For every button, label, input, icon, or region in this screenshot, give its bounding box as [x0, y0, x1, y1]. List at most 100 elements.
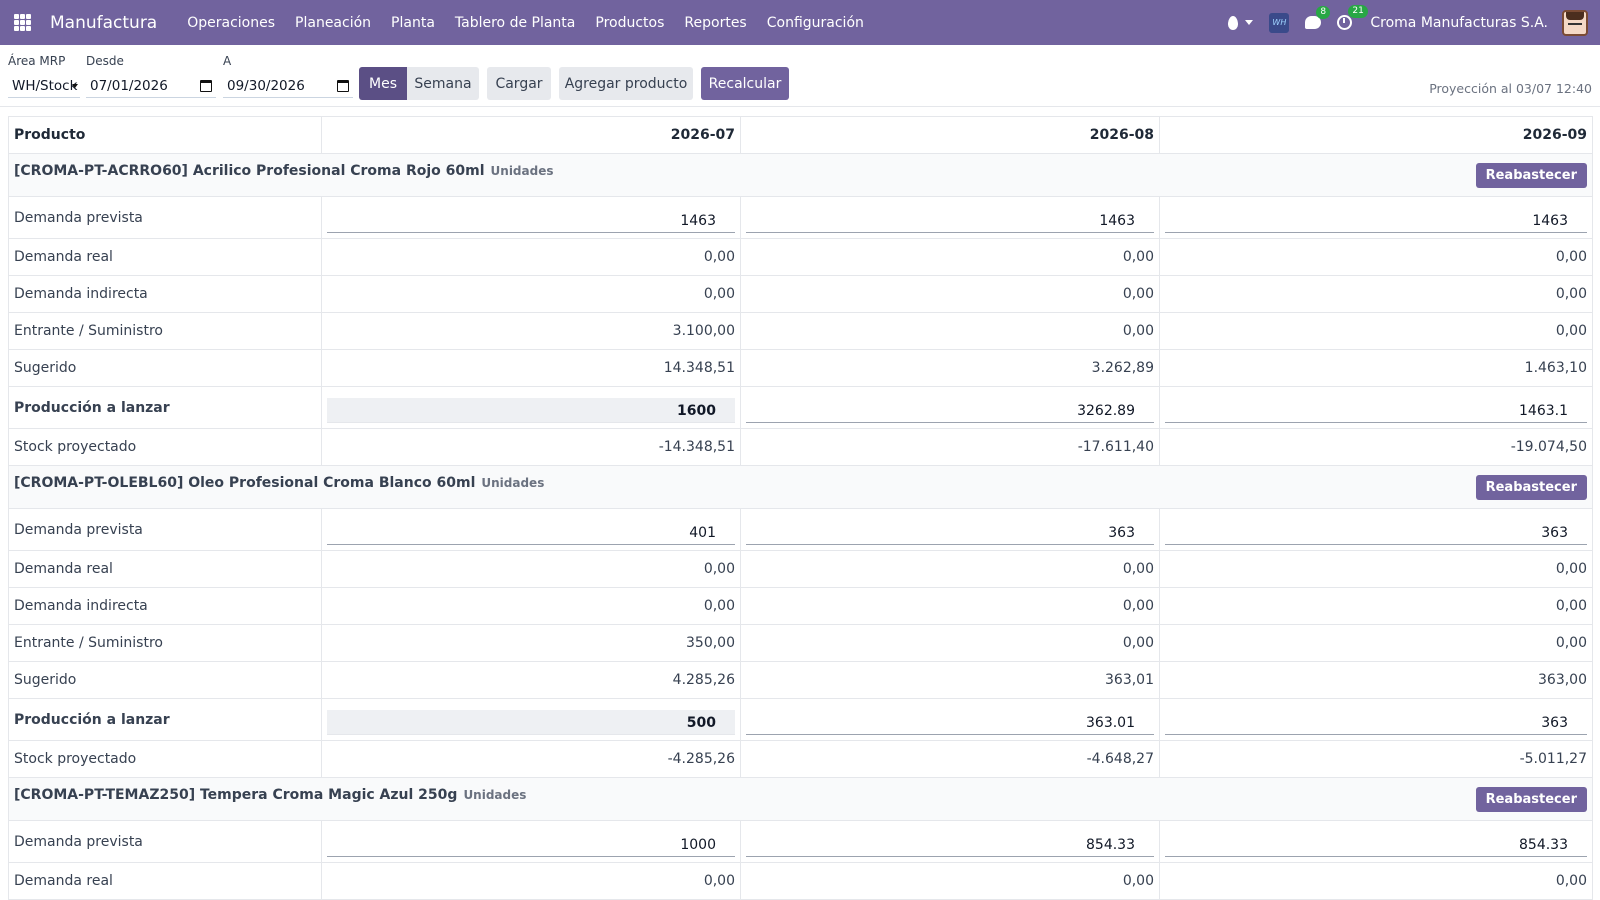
forecast-input[interactable]: 1000	[327, 832, 735, 857]
production-input[interactable]: 3262.89	[746, 398, 1154, 423]
value-cell: 0,00	[740, 587, 1160, 625]
product-data-row: Stock proyectado -4.285,26 -4.648,27 -5.011…	[8, 740, 1593, 778]
replenish-button[interactable]: Reabastecer	[1475, 786, 1587, 812]
menu-productos[interactable]: Productos	[585, 15, 674, 31]
value-cell: -4.285,26	[321, 740, 741, 778]
value-cell: 1.463,10	[1159, 349, 1593, 387]
systray: WH 8 21 Croma Manufacturas S.A.	[1220, 0, 1600, 45]
product-name[interactable]: [CROMA-PT-ACRRO60] Acrilico Profesional …	[14, 163, 485, 179]
recalculate-button[interactable]: Recalcular	[701, 67, 789, 100]
row-label: Sugerido	[8, 661, 322, 699]
menu-planta[interactable]: Planta	[381, 15, 445, 31]
month-button[interactable]: Mes	[359, 67, 407, 100]
production-input[interactable]: 363.01	[746, 710, 1154, 735]
messages-badge: 8	[1316, 6, 1331, 19]
to-date-input[interactable]: 09/30/2026	[223, 74, 353, 98]
calendar-icon[interactable]	[337, 80, 349, 92]
activities-button[interactable]: 21	[1337, 5, 1368, 30]
row-label: Demanda prevista	[8, 820, 322, 863]
menu-reportes[interactable]: Reportes	[674, 15, 756, 31]
from-date-input[interactable]: 07/01/2026	[86, 74, 216, 98]
menu-tablero-planta[interactable]: Tablero de Planta	[445, 15, 585, 31]
row-label: Demanda prevista	[8, 508, 322, 551]
to-date-value: 09/30/2026	[227, 77, 305, 94]
product-header-cell: [CROMA-PT-OLEBL60] Oleo Profesional Crom…	[8, 465, 1593, 509]
wh-shortcut[interactable]: WH	[1269, 12, 1290, 33]
menu-operaciones[interactable]: Operaciones	[177, 15, 285, 31]
load-button[interactable]: Cargar	[487, 67, 551, 100]
menu-configuracion[interactable]: Configuración	[757, 15, 874, 31]
week-button[interactable]: Semana	[407, 67, 479, 100]
forecast-input[interactable]: 1463	[327, 208, 735, 233]
input-cell: 1463	[321, 196, 741, 239]
input-cell: 363	[1159, 698, 1593, 741]
product-data-row: Sugerido 4.285,26 363,01 363,00	[8, 661, 1593, 699]
replenish-button[interactable]: Reabastecer	[1475, 474, 1587, 500]
product-data-row: Demanda prevista 1463 1463 1463	[8, 196, 1593, 239]
theme-dropdown[interactable]	[1228, 15, 1254, 30]
to-date-field: A 09/30/2026	[223, 54, 353, 98]
forecast-input[interactable]: 1463	[746, 208, 1154, 233]
forecast-input[interactable]: 363	[1165, 520, 1587, 545]
row-label: Demanda real	[8, 862, 322, 900]
value-cell: 0,00	[321, 587, 741, 625]
production-input[interactable]: 500	[327, 710, 735, 735]
row-label: Stock proyectado	[8, 740, 322, 778]
product-unit: Unidades	[490, 163, 554, 178]
add-product-button[interactable]: Agregar producto	[559, 67, 693, 100]
mrp-area-select[interactable]: WH/Stock	[8, 74, 80, 98]
wh-logo-icon: WH	[1269, 12, 1290, 33]
product-data-row: Demanda indirecta 0,00 0,00 0,00	[8, 587, 1593, 625]
value-cell: 0,00	[740, 862, 1160, 900]
input-cell: 1463	[740, 196, 1160, 239]
production-input[interactable]: 1463.1	[1165, 398, 1587, 423]
input-cell: 854.33	[1159, 820, 1593, 863]
header-period: 2026-09	[1159, 116, 1593, 154]
forecast-input[interactable]: 854.33	[746, 832, 1154, 857]
value-cell: -14.348,51	[321, 428, 741, 466]
forecast-input[interactable]: 401	[327, 520, 735, 545]
calendar-icon[interactable]	[200, 80, 212, 92]
product-name[interactable]: [CROMA-PT-OLEBL60] Oleo Profesional Crom…	[14, 475, 475, 491]
forecast-input[interactable]: 363	[746, 520, 1154, 545]
replenish-button[interactable]: Reabastecer	[1475, 162, 1587, 188]
header-period: 2026-08	[740, 116, 1160, 154]
company-switcher[interactable]: Croma Manufacturas S.A.	[1370, 15, 1548, 31]
product-header-row: [CROMA-PT-OLEBL60] Oleo Profesional Crom…	[8, 465, 1593, 509]
row-label: Demanda real	[8, 550, 322, 588]
production-input[interactable]: 363	[1165, 710, 1587, 735]
app-name[interactable]: Manufactura	[45, 13, 177, 33]
input-cell: 1463.1	[1159, 386, 1593, 429]
menu-planeacion[interactable]: Planeación	[285, 15, 381, 31]
value-cell: -4.648,27	[740, 740, 1160, 778]
forecast-input[interactable]: 1463	[1165, 208, 1587, 233]
value-cell: 363,01	[740, 661, 1160, 699]
product-data-row: Entrante / Suministro 3.100,00 0,00 0,00	[8, 312, 1593, 350]
row-label: Producción a lanzar	[8, 698, 322, 741]
messages-button[interactable]: 8	[1305, 6, 1331, 29]
value-cell: -5.011,27	[1159, 740, 1593, 778]
production-input[interactable]: 1600	[327, 398, 735, 423]
product-header-cell: [CROMA-PT-ACRRO60] Acrilico Profesional …	[8, 153, 1593, 197]
product-unit: Unidades	[481, 475, 545, 490]
value-cell: 0,00	[1159, 275, 1593, 313]
row-label: Demanda prevista	[8, 196, 322, 239]
from-date-value: 07/01/2026	[90, 77, 168, 94]
mrp-area-value: WH/Stock	[12, 77, 78, 94]
value-cell: 0,00	[1159, 238, 1593, 276]
apps-menu-icon[interactable]	[0, 0, 45, 45]
product-data-row: Demanda prevista 1000 854.33 854.33	[8, 820, 1593, 863]
main-menu: Operaciones Planeación Planta Tablero de…	[177, 15, 874, 31]
from-date-label: Desde	[86, 54, 124, 68]
input-cell: 363	[1159, 508, 1593, 551]
value-cell: 0,00	[1159, 624, 1593, 662]
product-name[interactable]: [CROMA-PT-TEMAZ250] Tempera Croma Magic …	[14, 787, 457, 803]
value-cell: 350,00	[321, 624, 741, 662]
user-avatar[interactable]	[1562, 9, 1588, 36]
forecast-input[interactable]: 854.33	[1165, 832, 1587, 857]
header-period: 2026-07	[321, 116, 741, 154]
header-product: Producto	[8, 116, 322, 154]
product-data-row: Stock proyectado -14.348,51 -17.611,40 -19.…	[8, 428, 1593, 466]
row-label: Entrante / Suministro	[8, 624, 322, 662]
mrp-grid: Producto 2026-07 2026-08 2026-09 [CROMA-…	[8, 116, 1593, 900]
